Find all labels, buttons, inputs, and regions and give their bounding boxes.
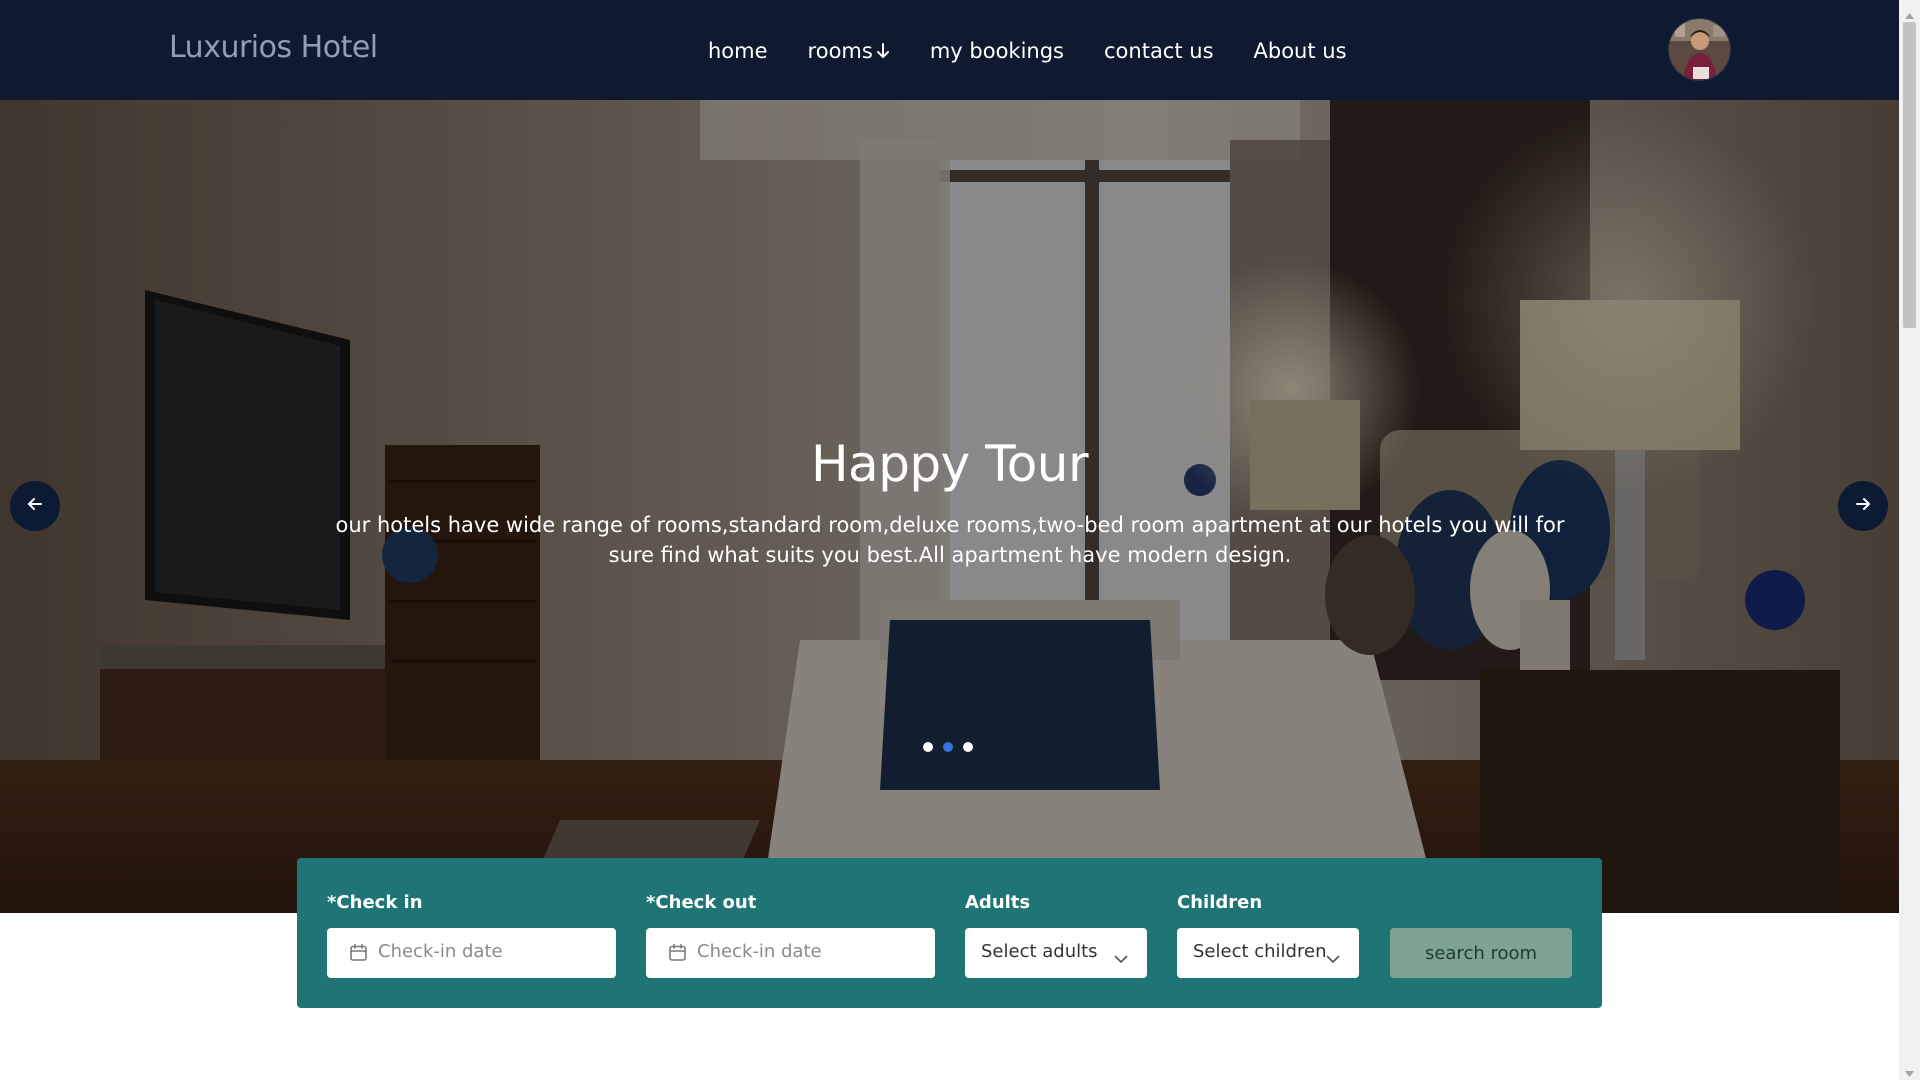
page: Luxurios Hotel home rooms my bookings co… — [0, 0, 1920, 1080]
nav-my-bookings[interactable]: my bookings — [930, 39, 1064, 63]
scrollbar-thumb[interactable] — [1903, 22, 1916, 328]
nav-my-bookings-label: my bookings — [929, 39, 1064, 63]
carousel-dot-1[interactable] — [923, 742, 933, 752]
user-avatar[interactable] — [1668, 18, 1731, 81]
nav-about-us[interactable]: About us — [1254, 39, 1347, 63]
chevron-down-icon — [1114, 949, 1128, 968]
calendar-icon — [668, 943, 687, 966]
hero-carousel: Happy Tour our hotels have wide range of… — [0, 100, 1899, 913]
check-out-label: *Check out — [646, 892, 757, 913]
hero-overlay — [0, 100, 1899, 913]
nav-home[interactable]: home — [708, 39, 768, 63]
arrow-left-icon — [26, 495, 44, 517]
scroll-down-arrow-icon[interactable] — [1903, 1064, 1916, 1080]
chevron-down-icon — [1326, 949, 1340, 968]
children-label: Children — [1177, 892, 1263, 913]
nav-contact-us-label: contact us — [1104, 39, 1214, 63]
brand-logo[interactable]: Luxurios Hotel — [169, 30, 378, 65]
booking-form: *Check in Check-in date *Check out Check… — [297, 858, 1602, 1008]
hero-title: Happy Tour — [810, 435, 1089, 493]
nav-about-us-label: About us — [1253, 39, 1347, 63]
navbar: Luxurios Hotel home rooms my bookings co… — [0, 0, 1899, 100]
adults-select[interactable]: Select adults — [965, 928, 1147, 978]
check-in-placeholder: Check-in date — [378, 941, 503, 962]
check-in-label: *Check in — [327, 892, 423, 913]
hero-description: our hotels have wide range of rooms,stan… — [335, 513, 1565, 567]
calendar-icon — [349, 943, 368, 966]
arrow-down-icon — [876, 42, 890, 60]
search-room-button[interactable]: search room — [1390, 928, 1572, 978]
carousel-indicators — [923, 742, 973, 752]
carousel-prev-button[interactable] — [10, 481, 60, 531]
nav-rooms[interactable]: rooms — [808, 39, 890, 63]
adults-label: Adults — [965, 892, 1031, 913]
adults-select-value: Select adults — [981, 941, 1098, 962]
carousel-dot-3[interactable] — [963, 742, 973, 752]
main-nav: home rooms my bookings contact us About … — [708, 36, 1347, 66]
children-select[interactable]: Select children — [1177, 928, 1359, 978]
nav-home-label: home — [708, 39, 768, 63]
nav-rooms-label: rooms — [807, 39, 873, 63]
check-out-input[interactable]: Check-in date — [646, 928, 935, 978]
nav-contact-us[interactable]: contact us — [1104, 39, 1214, 63]
search-room-label: search room — [1424, 942, 1538, 964]
carousel-next-button[interactable] — [1838, 481, 1888, 531]
carousel-dot-2[interactable] — [943, 742, 953, 752]
check-out-placeholder: Check-in date — [697, 941, 822, 962]
children-select-value: Select children — [1193, 941, 1327, 962]
check-in-input[interactable]: Check-in date — [327, 928, 616, 978]
arrow-right-icon — [1854, 495, 1872, 517]
